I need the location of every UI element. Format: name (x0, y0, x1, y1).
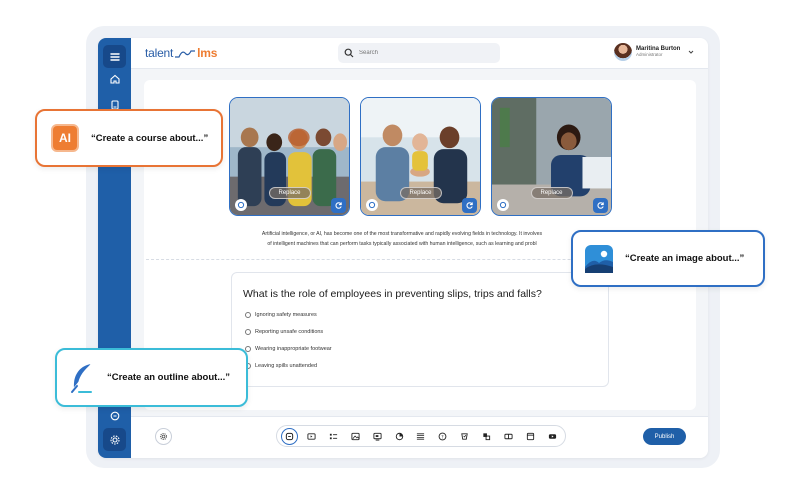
zoom-icon[interactable] (366, 199, 378, 211)
radio-button[interactable] (245, 312, 251, 318)
youtube-icon[interactable] (544, 428, 561, 445)
chat-icon[interactable] (103, 404, 126, 427)
regenerate-icon[interactable] (331, 198, 346, 213)
logo-wave-icon (175, 49, 196, 58)
option-label: Wearing inappropriate footwear (255, 346, 332, 352)
feather-icon (71, 363, 92, 393)
talentlms-logo[interactable]: talent lms (145, 46, 217, 60)
user-menu[interactable]: Maritina Burton Administrator (614, 43, 694, 61)
search-icon (344, 48, 354, 58)
ai-course-callout: AI “Create a course about...” (35, 109, 223, 167)
gear-icon[interactable] (103, 428, 126, 451)
replace-button[interactable]: Replace (530, 187, 573, 199)
paragraph-line-2: of intelligent machines that can perform… (267, 241, 537, 247)
menu-icon[interactable] (103, 45, 126, 68)
list-icon[interactable] (325, 428, 342, 445)
quiz-option-4[interactable]: Leaving spills unattended (245, 363, 317, 369)
web-icon[interactable] (522, 428, 539, 445)
quiz-option-1[interactable]: Ignoring safety measures (245, 312, 317, 318)
slides-icon[interactable] (369, 428, 386, 445)
quiz-card[interactable]: What is the role of employees in prevent… (231, 272, 609, 387)
ilt-icon[interactable] (500, 428, 517, 445)
top-bar: talent lms Maritina Burton Administrator (131, 38, 708, 69)
course-image-2[interactable]: Replace (360, 97, 481, 216)
replace-button[interactable]: Replace (399, 187, 442, 199)
settings-icon (159, 432, 168, 441)
search-box[interactable] (338, 43, 500, 63)
course-settings-button[interactable] (155, 428, 172, 445)
publish-button[interactable]: Publish (643, 428, 686, 445)
regenerate-icon[interactable] (593, 198, 608, 213)
chart-icon[interactable] (391, 428, 408, 445)
text-lines-icon[interactable] (412, 428, 429, 445)
zoom-icon[interactable] (497, 199, 509, 211)
quiz-question: What is the role of employees in prevent… (243, 288, 542, 300)
zoom-icon[interactable] (235, 199, 247, 211)
home-icon[interactable] (103, 67, 126, 90)
search-input[interactable] (359, 50, 489, 56)
logo-lms: lms (197, 46, 218, 60)
image-callout-text: “Create an image about...” (625, 253, 745, 264)
image-icon[interactable] (347, 428, 364, 445)
content-icon[interactable] (281, 427, 298, 445)
avatar (614, 43, 632, 61)
question-icon[interactable]: ? (434, 428, 451, 445)
content-toolbar: ? (276, 425, 566, 447)
survey-icon[interactable] (456, 428, 473, 445)
option-label: Leaving spills unattended (255, 363, 318, 369)
ai-icon: AI (51, 124, 79, 152)
replace-button[interactable]: Replace (268, 187, 311, 199)
option-label: Reporting unsafe conditions (255, 329, 324, 335)
outline-callout-text: “Create an outline about...” (107, 372, 230, 383)
quiz-option-3[interactable]: Wearing inappropriate footwear (245, 346, 332, 352)
ai-callout-text: “Create a course about...” (91, 132, 209, 144)
logo-talent: talent (145, 46, 174, 60)
paragraph-line-1: Artificial intelligence, or AI, has beco… (261, 231, 543, 237)
option-label: Ignoring safety measures (255, 312, 317, 318)
quiz-option-2[interactable]: Reporting unsafe conditions (245, 329, 323, 335)
ai-image-callout: “Create an image about...” (571, 230, 765, 287)
chevron-down-icon[interactable] (688, 49, 694, 55)
course-image-3[interactable]: Replace (491, 97, 612, 216)
radio-button[interactable] (245, 329, 251, 335)
regenerate-icon[interactable] (462, 198, 477, 213)
bottom-bar: ? Publish (131, 416, 708, 458)
course-image-1[interactable]: Replace (229, 97, 350, 216)
image-icon (585, 244, 613, 273)
assignment-icon[interactable] (478, 428, 495, 445)
content-paragraph[interactable]: Artificial intelligence, or AI, has beco… (229, 229, 575, 249)
ai-outline-callout: “Create an outline about...” (55, 348, 248, 407)
video-icon[interactable] (303, 428, 320, 445)
user-role: Administrator (636, 51, 663, 57)
